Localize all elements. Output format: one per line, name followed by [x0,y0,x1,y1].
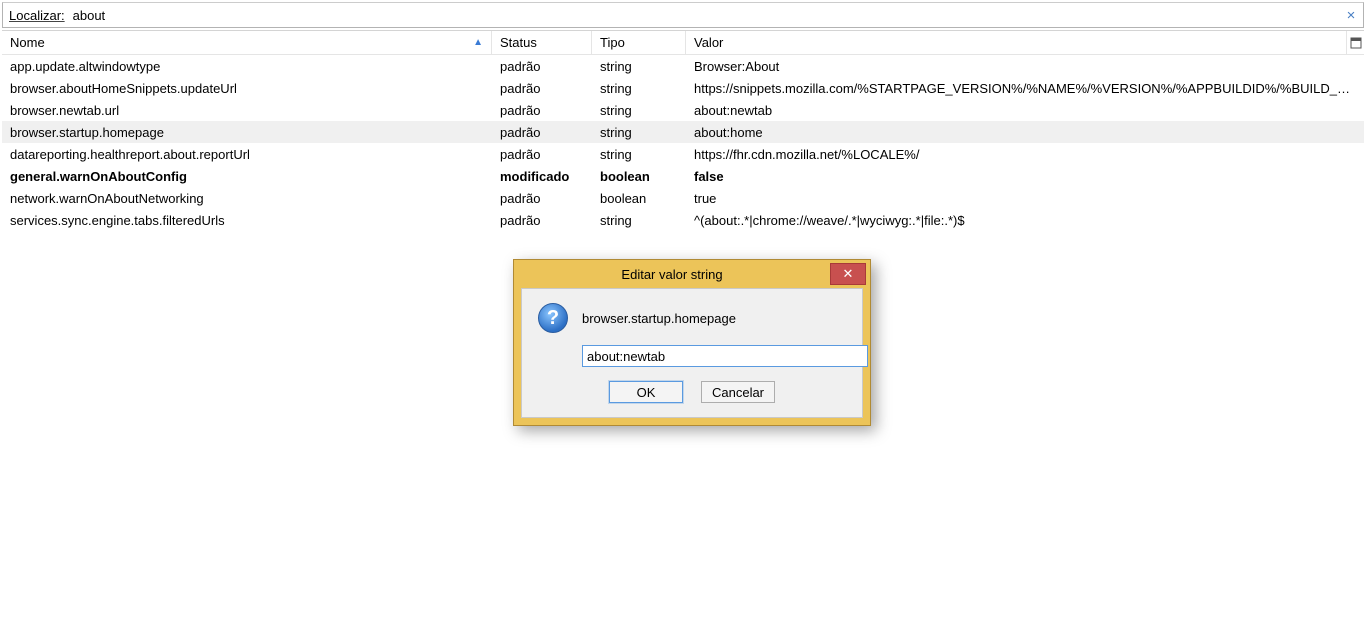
cell-value: ^(about:.*|chrome://weave/.*|wyciwyg:.*|… [686,213,1364,228]
dialog-value-input[interactable] [582,345,868,367]
edit-string-dialog: Editar valor string ✕ ? browser.startup.… [513,259,871,426]
table-header: Nome ▲ Status Tipo Valor [2,31,1364,55]
cell-value: about:newtab [686,103,1364,118]
column-header-status[interactable]: Status [492,31,592,54]
cell-status: padrão [492,59,592,74]
table-row[interactable]: datareporting.healthreport.about.reportU… [2,143,1364,165]
cell-type: string [592,81,686,96]
cell-name: services.sync.engine.tabs.filteredUrls [2,213,492,228]
cell-value: true [686,191,1364,206]
table-row[interactable]: browser.newtab.urlpadrãostringabout:newt… [2,99,1364,121]
cell-status: padrão [492,103,592,118]
column-header-label: Status [500,35,537,50]
cell-name: datareporting.healthreport.about.reportU… [2,147,492,162]
column-picker-icon[interactable] [1346,31,1364,55]
cell-status: padrão [492,191,592,206]
cell-status: padrão [492,125,592,140]
column-header-type[interactable]: Tipo [592,31,686,54]
cancel-button[interactable]: Cancelar [701,381,775,403]
column-header-label: Tipo [600,35,625,50]
cell-type: string [592,147,686,162]
cell-status: padrão [492,147,592,162]
table-row[interactable]: browser.startup.homepagepadrãostringabou… [2,121,1364,143]
cell-type: string [592,125,686,140]
close-icon: ✕ [843,266,854,282]
column-header-value[interactable]: Valor [686,31,1364,54]
search-bar: Localizar: × [2,2,1364,28]
cell-value: https://snippets.mozilla.com/%STARTPAGE_… [686,81,1364,96]
table-row[interactable]: services.sync.engine.tabs.filteredUrlspa… [2,209,1364,231]
question-icon: ? [538,303,568,333]
dialog-close-button[interactable]: ✕ [830,263,866,285]
ok-button[interactable]: OK [609,381,683,403]
cell-type: boolean [592,169,686,184]
sort-ascending-icon: ▲ [473,37,483,48]
cell-name: browser.aboutHomeSnippets.updateUrl [2,81,492,96]
search-label: Localizar: [3,8,71,23]
cell-type: string [592,59,686,74]
table-body: app.update.altwindowtypepadrãostringBrow… [2,55,1364,231]
cell-value: Browser:About [686,59,1364,74]
table-row[interactable]: app.update.altwindowtypepadrãostringBrow… [2,55,1364,77]
cell-status: padrão [492,81,592,96]
search-input[interactable] [71,4,1343,26]
table-row[interactable]: network.warnOnAboutNetworkingpadrãoboole… [2,187,1364,209]
cell-name: browser.newtab.url [2,103,492,118]
table-row[interactable]: browser.aboutHomeSnippets.updateUrlpadrã… [2,77,1364,99]
column-header-label: Valor [694,35,723,50]
column-header-name[interactable]: Nome ▲ [2,31,492,54]
cell-type: boolean [592,191,686,206]
dialog-title: Editar valor string [514,267,830,282]
cell-name: network.warnOnAboutNetworking [2,191,492,206]
cell-status: padrão [492,213,592,228]
cell-name: browser.startup.homepage [2,125,492,140]
clear-search-icon[interactable]: × [1343,7,1363,24]
table-row[interactable]: general.warnOnAboutConfigmodificadoboole… [2,165,1364,187]
cell-type: string [592,213,686,228]
cell-type: string [592,103,686,118]
cell-status: modificado [492,169,592,184]
cell-value: about:home [686,125,1364,140]
dialog-pref-name: browser.startup.homepage [582,311,736,326]
cell-name: general.warnOnAboutConfig [2,169,492,184]
cell-value: https://fhr.cdn.mozilla.net/%LOCALE%/ [686,147,1364,162]
column-header-label: Nome [10,35,45,50]
dialog-titlebar[interactable]: Editar valor string ✕ [514,260,870,288]
cell-name: app.update.altwindowtype [2,59,492,74]
cell-value: false [686,169,1364,184]
preferences-table: Nome ▲ Status Tipo Valor app.update.altw… [2,30,1364,231]
dialog-body: ? browser.startup.homepage OK Cancelar [521,288,863,418]
